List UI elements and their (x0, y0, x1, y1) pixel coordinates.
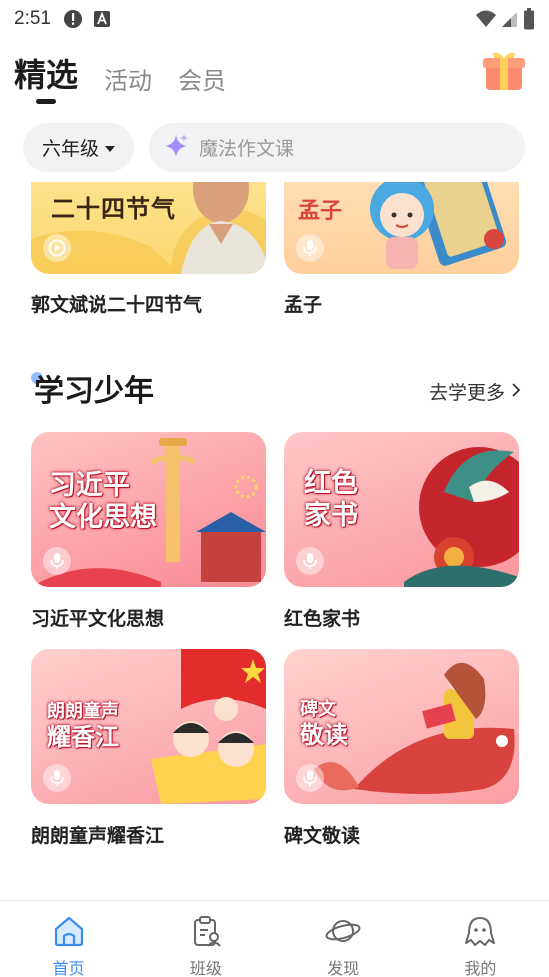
course-card[interactable]: 习近平 文化思想 习近平文化思想 (31, 432, 266, 630)
thumbnail-line: 碑文 (300, 699, 336, 720)
status-time: 2:51 (14, 8, 51, 29)
mic-icon[interactable] (43, 764, 71, 792)
nav-home-label: 首页 (52, 959, 85, 977)
thumbnail-line: 习近平 (49, 470, 130, 501)
nav-profile[interactable]: 我的 (412, 901, 549, 977)
course-thumbnail: 习近平 文化思想 (31, 432, 266, 587)
thumbnail-line: 朗朗童声 (47, 701, 119, 722)
play-icon[interactable] (43, 234, 71, 262)
feed-content[interactable]: 二十四节气 郭文斌说二十四节气 孟子 孟子 学习少年 去学更多 习近平 文化思想… (0, 182, 549, 900)
thumbnail-line: 敬读 (300, 720, 348, 749)
home-icon (52, 915, 86, 951)
course-thumbnail-text: 朗朗童声 耀香江 (47, 701, 119, 751)
see-more-link[interactable]: 去学更多 (429, 378, 521, 405)
app-notification-icon (93, 10, 111, 28)
course-card[interactable]: 朗朗童声 耀香江 朗朗童声耀香江 (31, 649, 266, 847)
thumbnail-line: 文化思想 (49, 502, 157, 534)
course-thumbnail: 碑文 敬读 (284, 649, 519, 804)
course-title: 郭文斌说二十四节气 (31, 294, 203, 316)
mic-icon[interactable] (296, 234, 324, 262)
grade-value: 六年级 (41, 138, 99, 160)
course-card[interactable]: 红色 家书 红色家书 (284, 432, 519, 630)
course-thumbnail-text: 二十四节气 (51, 195, 176, 223)
class-icon (190, 915, 222, 951)
course-card[interactable]: 二十四节气 郭文斌说二十四节气 (31, 182, 266, 316)
see-more-label: 去学更多 (428, 382, 505, 404)
search-input[interactable]: 魔法作文课 (149, 123, 525, 172)
profile-icon (463, 915, 497, 951)
course-thumbnail-text: 红色 家书 (304, 468, 358, 533)
course-card[interactable]: 碑文 敬读 碑文敬读 (284, 649, 519, 847)
chevron-right-icon (511, 381, 521, 403)
course-title: 碑文敬读 (284, 825, 361, 847)
course-title: 习近平文化思想 (31, 608, 165, 630)
nav-discover[interactable]: 发现 (275, 901, 412, 977)
nav-class[interactable]: 班级 (137, 901, 274, 977)
status-indicators (475, 8, 535, 34)
caret-down-icon (105, 145, 115, 152)
tab-activities[interactable]: 活动 (104, 61, 152, 96)
grade-dropdown[interactable]: 六年级 (23, 123, 134, 172)
top-tab-bar: 精选 活动 会员 (14, 46, 252, 96)
nav-profile-label: 我的 (464, 959, 497, 977)
search-placeholder: 魔法作文课 (199, 138, 295, 160)
alert-icon (63, 9, 83, 29)
course-title: 朗朗童声耀香江 (31, 825, 165, 847)
course-thumbnail: 二十四节气 (31, 182, 266, 274)
status-bar: 2:51 (0, 0, 549, 38)
active-tab-indicator (36, 99, 56, 104)
tab-featured[interactable]: 精选 (14, 50, 78, 96)
signal-icon (501, 9, 519, 33)
course-thumbnail-text: 孟子 (298, 199, 343, 224)
sparkle-icon (163, 133, 189, 163)
course-thumbnail-text: 习近平 文化思想 (49, 470, 157, 535)
nav-discover-label: 发现 (327, 959, 360, 977)
thumbnail-line: 家书 (304, 500, 358, 532)
course-thumbnail-text: 碑文 敬读 (300, 699, 348, 749)
mic-icon[interactable] (296, 547, 324, 575)
course-title: 孟子 (284, 294, 323, 316)
course-thumbnail: 朗朗童声 耀香江 (31, 649, 266, 804)
thumbnail-line: 耀香江 (47, 722, 119, 751)
course-thumbnail: 红色 家书 (284, 432, 519, 587)
course-card[interactable]: 孟子 孟子 (284, 182, 519, 316)
battery-icon (523, 8, 535, 34)
nav-home[interactable]: 首页 (0, 901, 137, 977)
tab-membership[interactable]: 会员 (178, 61, 226, 96)
mic-icon[interactable] (43, 547, 71, 575)
wifi-icon (475, 9, 497, 33)
thumbnail-line: 红色 (304, 468, 358, 499)
planet-icon (324, 915, 362, 951)
section-title: 学习少年 (34, 374, 154, 409)
mic-icon[interactable] (296, 764, 324, 792)
gift-icon[interactable] (481, 47, 527, 97)
nav-class-label: 班级 (189, 959, 222, 977)
course-thumbnail: 孟子 (284, 182, 519, 274)
bottom-nav: 首页 班级 发现 我的 (0, 900, 549, 977)
course-title: 红色家书 (284, 608, 361, 630)
